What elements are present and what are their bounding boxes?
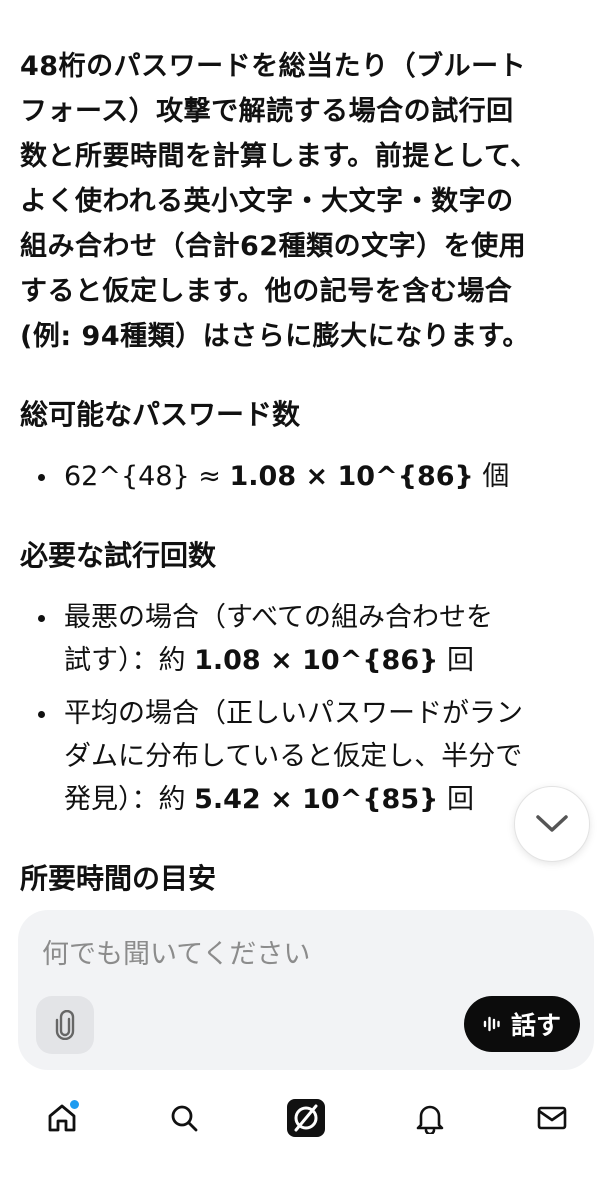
bell-icon <box>416 1105 444 1134</box>
waveform-icon <box>483 1016 500 1032</box>
list-item: 最悪の場合（すべての組み合わせを 試す）：約 1.08 × 10^{86} 回 <box>20 596 590 682</box>
paperclip-icon <box>55 1010 75 1040</box>
heading-time-estimate: 所要時間の目安 <box>20 862 217 895</box>
intro-paragraph: 48桁のパスワードを総当たり（ブルート フォース）攻撃で解読する場合の試行回 数… <box>20 51 538 352</box>
nav-messages[interactable] <box>530 1096 574 1140</box>
attach-button[interactable] <box>36 996 94 1054</box>
total-list: 62^{48} ≈ 1.08 × 10^{86} 個 <box>20 455 590 498</box>
chat-response: 48桁のパスワードを総当たり（ブルート フォース）攻撃で解読する場合の試行回 数… <box>20 44 590 899</box>
nav-home[interactable] <box>40 1096 84 1140</box>
nav-grok[interactable] <box>284 1096 328 1140</box>
message-input[interactable] <box>40 928 564 980</box>
list-item: 62^{48} ≈ 1.08 × 10^{86} 個 <box>20 455 590 498</box>
scroll-down-button[interactable] <box>514 786 590 862</box>
search-icon <box>171 1105 198 1132</box>
heading-total-passwords: 総可能なパスワード数 <box>20 398 301 431</box>
bottom-navigation <box>0 1082 606 1152</box>
chevron-down-icon <box>536 815 568 832</box>
talk-button[interactable]: 話す <box>464 996 580 1052</box>
message-composer: 話す <box>18 910 594 1070</box>
list-item: 平均の場合（正しいパスワードがラン ダムに分布していると仮定し、半分で 発見）：約 … <box>20 692 590 821</box>
notification-dot <box>68 1098 81 1111</box>
heading-required-trials: 必要な試行回数 <box>20 539 217 572</box>
nav-notifications[interactable] <box>408 1096 452 1140</box>
nav-search[interactable] <box>162 1096 206 1140</box>
talk-label: 話す <box>510 1011 561 1040</box>
mail-icon <box>537 1106 567 1130</box>
grok-icon <box>287 1099 325 1137</box>
trials-list: 最悪の場合（すべての組み合わせを 試す）：約 1.08 × 10^{86} 回 平… <box>20 596 590 821</box>
